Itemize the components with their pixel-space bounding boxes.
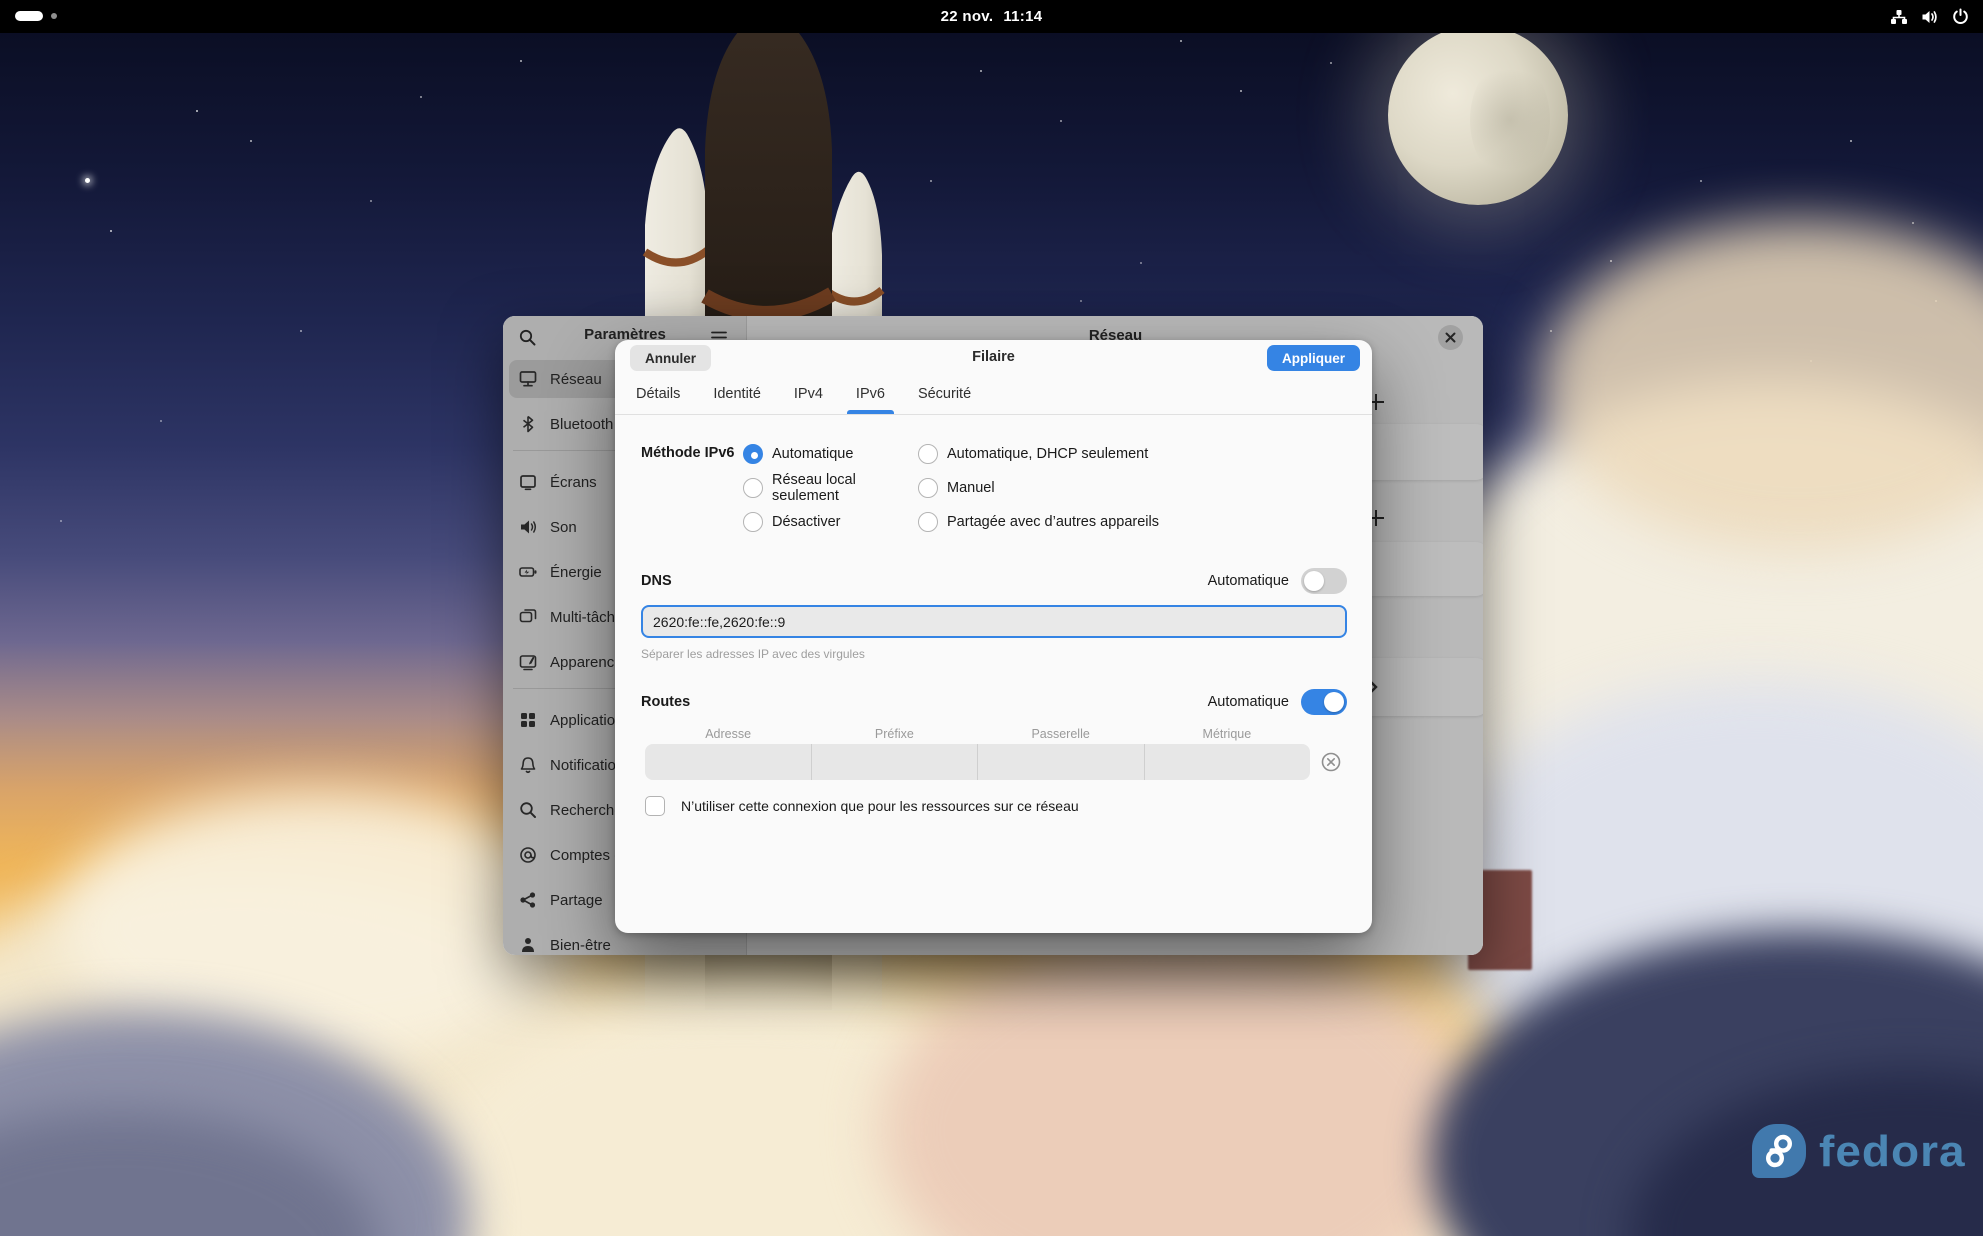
- clock-button[interactable]: 22 nov. 11:14: [0, 8, 1983, 25]
- checkbox-label: N’utiliser cette connexion que pour les …: [681, 798, 1079, 814]
- radio-icon[interactable]: [743, 512, 763, 532]
- battery-icon: [519, 563, 537, 581]
- method-label: Méthode IPv6: [641, 437, 743, 539]
- person-icon: [519, 936, 537, 954]
- radio-automatique[interactable]: Automatique: [743, 437, 918, 471]
- remove-route-icon[interactable]: [1319, 750, 1343, 774]
- moon-texture: [1470, 60, 1550, 180]
- dns-input[interactable]: [641, 605, 1347, 638]
- tab-ipv4[interactable]: IPv4: [794, 374, 823, 414]
- tab-identite[interactable]: Identité: [713, 374, 761, 414]
- radio-icon[interactable]: [918, 512, 938, 532]
- system-tray[interactable]: [1890, 0, 1969, 33]
- toggle-knob: [1304, 571, 1324, 591]
- volume-icon: [1921, 9, 1939, 25]
- radio-icon[interactable]: [743, 478, 763, 498]
- date-label: 22 nov.: [941, 8, 994, 25]
- routes-label: Routes: [641, 694, 690, 710]
- wired-network-icon: [1890, 9, 1908, 25]
- gnome-top-bar: 22 nov. 11:14: [0, 0, 1983, 33]
- route-address-input[interactable]: [645, 744, 812, 780]
- wired-connection-dialog: Annuler Filaire Appliquer Détails Identi…: [615, 340, 1372, 933]
- radio-icon[interactable]: [743, 444, 763, 464]
- local-resources-option[interactable]: N’utiliser cette connexion que pour les …: [645, 796, 1347, 816]
- bluetooth-icon: [519, 415, 537, 433]
- column-metrique: Métrique: [1144, 727, 1310, 741]
- toggle-knob: [1324, 692, 1344, 712]
- ipv6-method-section: Méthode IPv6 Automatique Automatique, DH…: [641, 437, 1347, 539]
- dns-section: DNS Automatique Séparer les adresses IP …: [641, 568, 1347, 661]
- radio-automatique-dhcp[interactable]: Automatique, DHCP seulement: [918, 437, 1159, 471]
- dns-label: DNS: [641, 573, 672, 589]
- share-icon: [519, 891, 537, 909]
- routes-row-entry: [645, 744, 1347, 780]
- dns-helper-text: Séparer les adresses IP avec des virgule…: [641, 647, 1347, 661]
- route-prefix-input[interactable]: [812, 744, 979, 780]
- window-close-button[interactable]: [1438, 325, 1463, 350]
- time-label: 11:14: [1003, 8, 1042, 25]
- bright-star: [85, 178, 90, 183]
- fedora-logo-mark: [1752, 1124, 1806, 1178]
- dialog-body: Méthode IPv6 Automatique Automatique, DH…: [615, 415, 1372, 816]
- column-adresse: Adresse: [645, 727, 811, 741]
- radio-partagee[interactable]: Partagée avec d’autres appareils: [918, 505, 1159, 539]
- method-options: Automatique Automatique, DHCP seulement …: [743, 437, 1159, 539]
- network-icon: [519, 370, 537, 388]
- routes-automatic-toggle[interactable]: [1301, 689, 1347, 715]
- dialog-header: Annuler Filaire Appliquer: [615, 340, 1372, 374]
- apps-grid-icon: [519, 711, 537, 729]
- checkbox-icon[interactable]: [645, 796, 665, 816]
- tab-details[interactable]: Détails: [636, 374, 680, 414]
- radio-desactiver[interactable]: Désactiver: [743, 505, 918, 539]
- dns-automatic-toggle[interactable]: [1301, 568, 1347, 594]
- column-prefixe: Préfixe: [811, 727, 977, 741]
- at-icon: [519, 846, 537, 864]
- tab-ipv6[interactable]: IPv6: [856, 374, 885, 414]
- radio-icon[interactable]: [918, 444, 938, 464]
- radio-reseau-local[interactable]: Réseau local seulement: [743, 471, 918, 505]
- routes-table-headers: Adresse Préfixe Passerelle Métrique: [645, 727, 1310, 741]
- fedora-wordmark: fedora: [1819, 1125, 1966, 1176]
- radio-icon[interactable]: [918, 478, 938, 498]
- dialog-title: Filaire: [615, 349, 1372, 365]
- dialog-tabbar: Détails Identité IPv4 IPv6 Sécurité: [615, 374, 1372, 415]
- sound-icon: [519, 518, 537, 536]
- fedora-logo: fedora: [1752, 1124, 1966, 1178]
- route-metric-input[interactable]: [1145, 744, 1311, 780]
- routes-automatic-label: Automatique: [1208, 694, 1289, 710]
- column-passerelle: Passerelle: [978, 727, 1144, 741]
- apply-button[interactable]: Appliquer: [1267, 345, 1360, 371]
- multitasking-icon: [519, 608, 537, 626]
- appearance-icon: [519, 653, 537, 671]
- desktop: fedora Réseau: [0, 0, 1983, 1236]
- routes-section: Routes Automatique Adresse Préfixe Passe…: [641, 689, 1347, 816]
- search-icon: [519, 801, 537, 819]
- radio-manuel[interactable]: Manuel: [918, 471, 1159, 505]
- power-icon: [1952, 8, 1969, 25]
- route-gateway-input[interactable]: [978, 744, 1145, 780]
- dns-automatic-label: Automatique: [1208, 573, 1289, 589]
- bell-icon: [519, 756, 537, 774]
- tab-securite[interactable]: Sécurité: [918, 374, 971, 414]
- displays-icon: [519, 473, 537, 491]
